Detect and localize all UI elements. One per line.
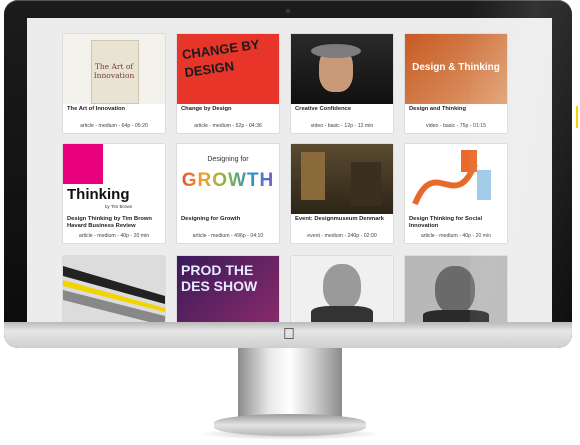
card-meta: article - medium - 496p - 04:10 xyxy=(192,233,264,239)
card-title: Change by Design xyxy=(181,106,232,112)
thumb-text: Design & Thinking xyxy=(412,62,500,73)
card-design-and-thinking[interactable]: Design & Thinking Design and Thinking vi… xyxy=(404,33,508,134)
book-cover-thumbnail: The Art of Innovation xyxy=(63,34,165,104)
card-title: Design Thinking by Tim Brown Havard Busi… xyxy=(67,216,152,229)
card-meta: article - medium - 40p - 20 min xyxy=(78,233,150,239)
card-row3-4[interactable] xyxy=(404,255,508,322)
video-thumbnail: Design & Thinking xyxy=(405,34,507,104)
card-title: Design and Thinking xyxy=(409,106,467,112)
thumb-text: The Art of Innovation xyxy=(93,62,135,80)
card-design-thinking-social-innovation[interactable]: Design Thinking for Social Innovation ar… xyxy=(404,143,508,244)
book-cover-thumbnail: CHANGE BY DESIGN xyxy=(177,34,279,104)
illustration-thumbnail xyxy=(412,150,491,206)
thumb-subtext: Designing for xyxy=(207,156,249,163)
video-thumbnail: PROD THE DES SHOW xyxy=(177,256,279,322)
card-row3-3[interactable] xyxy=(290,255,394,322)
abstract-thumbnail xyxy=(63,266,165,322)
thumb-text: PROD THE DES SHOW xyxy=(181,262,258,294)
card-meta: video - basic - 12p - 12 min xyxy=(310,123,374,129)
thumb-text: GROWTH xyxy=(177,170,279,192)
portrait-thumbnail xyxy=(405,256,507,322)
card-row3-1[interactable] xyxy=(62,255,166,322)
card-title: Creative Confidence xyxy=(295,106,352,112)
thumb-subtext: by Tim Brown xyxy=(105,204,133,209)
card-art-of-innovation[interactable]: The Art of Innovation The Art of Innovat… xyxy=(62,33,166,134)
card-meta: event - medium - 240p - 02:00 xyxy=(307,233,377,239)
book-cover-thumbnail: Designing for GROWTH xyxy=(177,144,279,214)
card-title: The Art of Innovation xyxy=(67,106,126,112)
screen: The Art of Innovation The Art of Innovat… xyxy=(27,18,552,322)
card-meta: video - basic - 75p - 01:15 xyxy=(426,123,486,129)
article-thumbnail: Thinking by Tim Brown xyxy=(63,144,165,214)
monitor-stand-base xyxy=(214,414,366,436)
card-row3-2[interactable]: PROD THE DES SHOW xyxy=(176,255,280,322)
card-title: Design Thinking for Social Innovation xyxy=(409,216,483,229)
event-thumbnail xyxy=(291,144,393,214)
camera-icon xyxy=(286,9,290,13)
card-event-designmuseum[interactable]: Event: Designmuseum Denmark event - medi… xyxy=(290,143,394,244)
side-accent xyxy=(576,106,578,128)
card-meta: article - medium - 52p - 04:36 xyxy=(194,123,262,129)
card-creative-confidence[interactable]: Creative Confidence video - basic - 12p … xyxy=(290,33,394,134)
card-design-thinking-tim-brown[interactable]: Thinking by Tim Brown Design Thinking by… xyxy=(62,143,166,244)
card-meta: article - medium - 64p - 05:20 xyxy=(80,123,148,129)
thumb-text: CHANGE BY DESIGN xyxy=(181,36,261,81)
thumb-text: Thinking xyxy=(67,186,130,203)
card-title: Event: Designmuseum Denmark xyxy=(295,216,384,222)
monitor-stand xyxy=(238,348,342,418)
article-thumbnail xyxy=(405,144,507,214)
video-thumbnail xyxy=(291,34,393,104)
card-title: Designing for Growth xyxy=(181,216,241,222)
card-meta: article - medium - 40p - 20 min xyxy=(420,233,492,239)
card-designing-for-growth[interactable]: Designing for GROWTH Designing for Growt… xyxy=(176,143,280,244)
portrait-thumbnail xyxy=(291,256,393,322)
apple-logo-icon:  xyxy=(279,325,299,345)
card-change-by-design[interactable]: CHANGE BY DESIGN Change by Design articl… xyxy=(176,33,280,134)
article-thumbnail xyxy=(63,256,165,322)
